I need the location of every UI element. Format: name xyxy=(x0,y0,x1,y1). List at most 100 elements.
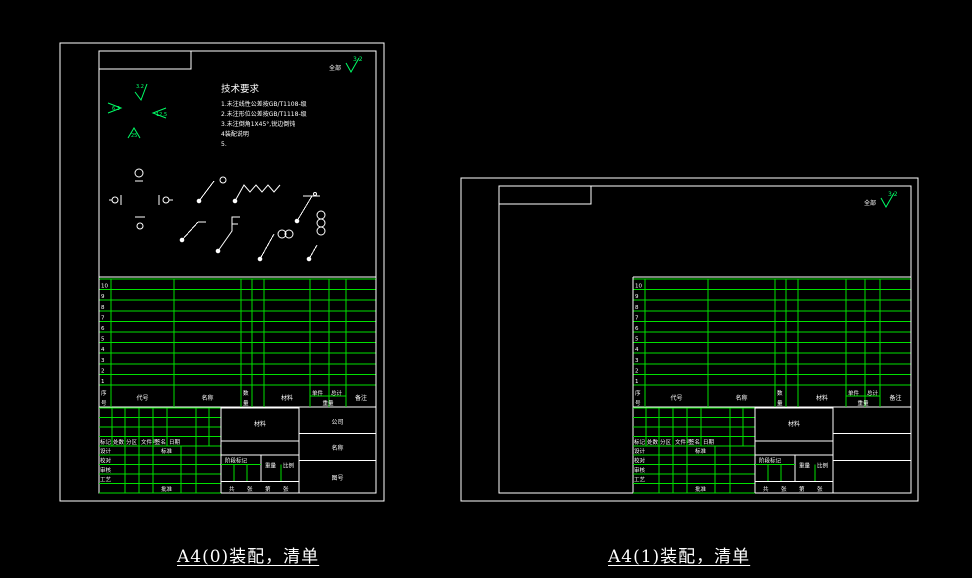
tb-weight: 重量 xyxy=(265,462,277,470)
tb-rev-label: 处数 xyxy=(113,438,125,446)
tb-role: 工艺 xyxy=(100,477,112,484)
code-box xyxy=(498,185,592,205)
row-number: 6 xyxy=(635,326,639,332)
tb-approve: 批准 xyxy=(161,485,173,493)
weld-symbol xyxy=(217,216,240,252)
tb-approve: 批准 xyxy=(695,485,707,493)
code-box xyxy=(98,50,192,70)
symbol-value: 3.2 xyxy=(136,84,144,90)
leader xyxy=(181,221,199,241)
tb-standard: 标准 xyxy=(161,447,173,455)
tb-scale: 比例 xyxy=(283,462,295,470)
row-number: 1 xyxy=(101,379,105,385)
tech-requirement-item: 5. xyxy=(221,141,227,148)
tb-sheets: 共 xyxy=(229,485,235,493)
header-name: 名称 xyxy=(735,394,747,402)
roughness-symbol: 全部 3.2 xyxy=(864,191,898,209)
tb-sheets: 第 xyxy=(265,485,271,493)
tb-rev-label: 分区 xyxy=(660,438,672,446)
tb-sheets: 张 xyxy=(283,485,289,493)
tb-role: 审核 xyxy=(100,466,112,474)
row-number: 1 xyxy=(635,379,639,385)
row-number: 3 xyxy=(635,358,639,364)
weld-symbol xyxy=(136,222,144,230)
weld-symbol xyxy=(316,226,326,236)
tech-requirement-item: 1.未注线性公差按GB/T1108-级 xyxy=(221,100,307,108)
title-block: 标记 处数 分区 文件号签名 日期设计校对审核工艺标准批准材料阶段标记重量 比例共张第张公… xyxy=(99,407,376,494)
header-code: 代号 xyxy=(670,394,682,402)
tb-company: 公司 xyxy=(331,419,343,426)
row-number: 9 xyxy=(635,294,639,300)
tb-sheets: 张 xyxy=(781,485,787,493)
tb-role: 校对 xyxy=(100,457,112,465)
tb-rev-label: 标记 xyxy=(100,438,112,446)
title-block: 标记 处数 分区 文件号签名 日期设计校对审核工艺标准批准材料阶段标记重量 比例共张第张 xyxy=(633,407,911,494)
weld-symbol xyxy=(111,196,119,204)
tb-sheets: 共 xyxy=(763,485,769,493)
row-number: 5 xyxy=(635,337,639,343)
leader xyxy=(259,233,275,260)
tb-material: 材料 xyxy=(788,420,800,428)
tb-material: 材料 xyxy=(254,420,266,428)
tb-scale: 比例 xyxy=(817,462,829,470)
leader xyxy=(296,195,313,222)
tech-requirements-title: 技术要求 xyxy=(221,83,260,95)
outer-border xyxy=(460,177,919,502)
weld-symbol xyxy=(219,176,227,184)
tb-rev-label: 签名 xyxy=(155,438,166,446)
weld-symbol xyxy=(162,196,170,204)
header-qty: 数 xyxy=(777,389,783,397)
tech-requirement-item: 3.未注倒角1X45°,锐边倒钝 xyxy=(221,120,295,128)
tb-role: 设计 xyxy=(634,447,646,455)
row-number: 4 xyxy=(635,347,639,353)
roughness-label: 全部 xyxy=(864,199,876,207)
tb-rev-label: 标记 xyxy=(634,438,646,446)
header-name: 名称 xyxy=(201,394,213,402)
header-qty: 数 xyxy=(243,389,249,397)
weld-zigzag xyxy=(234,184,281,202)
header-material: 材料 xyxy=(816,394,828,402)
inner-frame xyxy=(498,185,912,494)
row-number: 7 xyxy=(635,315,639,321)
row-number: 2 xyxy=(101,368,105,374)
symbol-value: 25 xyxy=(131,133,137,139)
row-number: 5 xyxy=(101,337,105,343)
tech-requirement-item: 4装配说明 xyxy=(221,130,249,138)
roughness-value: 3.2 xyxy=(888,191,898,198)
tb-rev-label: 日期 xyxy=(169,439,181,446)
sheet-0: 全部 3.2 技术要求 1.未注线性公差按GB/T1108-级 2.未注形位公差按GB/… xyxy=(59,42,385,502)
header-remark: 备注 xyxy=(889,394,901,402)
header-weight: 重量 xyxy=(857,399,869,407)
tb-weight: 重量 xyxy=(799,462,811,470)
tb-standard: 标准 xyxy=(695,447,707,455)
header-no: 号 xyxy=(101,400,107,407)
tb-role: 校对 xyxy=(634,457,646,465)
roughness-label: 全部 xyxy=(329,64,341,72)
tb-sheets: 张 xyxy=(817,485,823,493)
tb-role: 工艺 xyxy=(634,477,646,484)
row-number: 4 xyxy=(101,347,105,353)
tb-rev-label: 签名 xyxy=(689,438,700,446)
tb-sheets: 第 xyxy=(799,485,805,493)
header-qty: 量 xyxy=(777,400,783,407)
tb-part-name: 名称 xyxy=(331,444,343,452)
row-number: 7 xyxy=(101,315,105,321)
weld-symbol xyxy=(316,210,326,220)
header-no: 序 xyxy=(101,389,107,397)
tb-rev-label: 分区 xyxy=(126,438,138,446)
tb-stage-mark: 阶段标记 xyxy=(225,457,248,465)
row-number: 6 xyxy=(101,326,105,332)
row-number: 10 xyxy=(101,284,108,290)
tb-rev-label: 日期 xyxy=(703,439,715,446)
leader xyxy=(198,180,215,202)
tb-sheets: 张 xyxy=(247,485,253,493)
drawing-canvas: 全部 3.2 技术要求 1.未注线性公差按GB/T1108-级 2.未注形位公差按GB/… xyxy=(59,42,919,502)
tb-role: 审核 xyxy=(634,466,646,474)
header-weight: 重量 xyxy=(322,399,334,407)
row-number: 8 xyxy=(635,305,639,311)
parts-list-table: 10987654321序号代号 名称数量材料单件 总计重量备注 xyxy=(632,278,912,408)
header-remark: 备注 xyxy=(355,394,367,402)
row-number: 2 xyxy=(635,368,639,374)
roughness-symbol: 全部 3.2 xyxy=(329,56,363,74)
header-no: 号 xyxy=(635,400,641,407)
